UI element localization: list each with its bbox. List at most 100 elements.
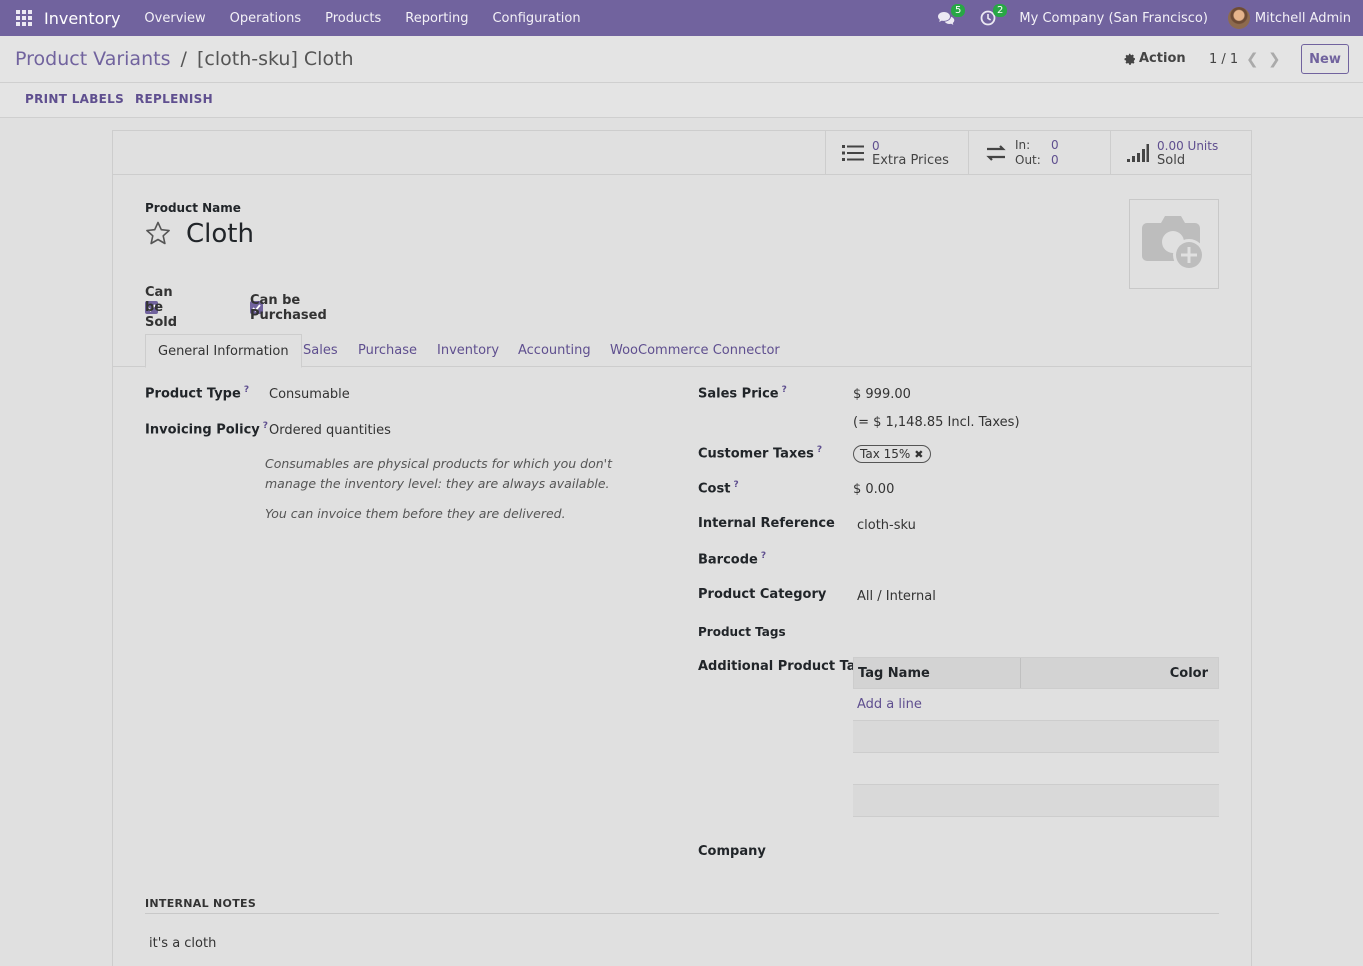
company-label: Company: [698, 844, 766, 859]
product-tags-label: Product Tags: [698, 625, 786, 639]
activity-badge: 2: [993, 4, 1008, 17]
extra-prices-count: 0: [872, 138, 880, 153]
tab-accounting[interactable]: Accounting: [518, 334, 591, 367]
extra-prices-label: Extra Prices: [872, 152, 949, 168]
action-label: Action: [1139, 51, 1186, 66]
pager-value[interactable]: 1 / 1: [1209, 52, 1238, 67]
help-tooltip-icon[interactable]: ?: [782, 385, 787, 395]
form-button-bar: PRINT LABELS REPLENISH: [0, 83, 1363, 118]
additional-product-tag-label: Additional Product Tag: [698, 659, 865, 674]
gear-icon: [1124, 53, 1135, 65]
customer-tax-label: Tax 15%: [860, 447, 911, 461]
discuss-badge: 5: [951, 4, 966, 17]
internal-notes-field[interactable]: it's a cloth: [149, 936, 216, 951]
main-menu: Overview Operations Products Reporting C…: [132, 11, 592, 26]
menu-overview[interactable]: Overview: [132, 11, 217, 26]
invoicing-policy-label: Invoicing Policy?: [145, 421, 268, 438]
product-name-field[interactable]: Cloth: [186, 219, 254, 249]
pager-previous-icon[interactable]: ❮: [1246, 50, 1259, 68]
table-row: [853, 753, 1219, 785]
product-type-note: Consumables are physical products for wh…: [265, 456, 613, 491]
navbar-systray: 5 2 My Company (San Francisco) Mitchell …: [935, 4, 1351, 29]
menu-operations[interactable]: Operations: [218, 11, 313, 26]
breadcrumb-separator: /: [180, 48, 187, 70]
control-panel: Product Variants / [cloth-sku] Cloth Act…: [0, 36, 1363, 83]
tab-inventory[interactable]: Inventory: [437, 334, 499, 367]
table-row: [853, 785, 1219, 817]
user-name: Mitchell Admin: [1254, 10, 1351, 26]
help-tooltip-icon[interactable]: ?: [263, 421, 268, 431]
activity-clock-icon[interactable]: 2: [977, 4, 1008, 28]
invoicing-note: You can invoice them before they are del…: [265, 506, 566, 521]
units-sold-value: 0.00 Units: [1157, 138, 1219, 153]
help-tooltip-icon[interactable]: ?: [761, 551, 766, 561]
additional-tags-table: Tag Name Color Add a line: [853, 657, 1219, 817]
menu-configuration[interactable]: Configuration: [480, 11, 592, 26]
table-row: [853, 721, 1219, 753]
breadcrumb: Product Variants / [cloth-sku] Cloth: [15, 48, 354, 70]
tag-name-column[interactable]: Tag Name: [854, 658, 1021, 688]
internal-reference-field[interactable]: cloth-sku: [857, 518, 916, 533]
discuss-icon[interactable]: 5: [935, 4, 966, 28]
can-be-purchased-label: Can be Purchased: [250, 292, 327, 323]
can-be-purchased-checkbox[interactable]: Can be Purchased: [250, 293, 327, 323]
cost-label: Cost?: [698, 480, 739, 497]
exchange-arrows-icon: [986, 145, 1006, 161]
internal-reference-label: Internal Reference: [698, 516, 835, 531]
product-type-label: Product Type?: [145, 385, 250, 402]
product-name-label: Product Name: [145, 201, 241, 215]
list-icon: [842, 145, 864, 161]
tab-purchase[interactable]: Purchase: [358, 334, 417, 367]
app-title[interactable]: Inventory: [44, 9, 120, 28]
in-label: In:: [1015, 138, 1031, 152]
invoicing-policy-select[interactable]: Ordered quantities: [269, 423, 391, 438]
help-tooltip-icon[interactable]: ?: [244, 385, 249, 395]
notebook-tabs: General Information Sales Purchase Inven…: [113, 334, 1251, 368]
in-count: 0: [1051, 138, 1059, 152]
can-be-sold-checkbox[interactable]: Can be Sold: [145, 285, 177, 330]
user-menu[interactable]: Mitchell Admin: [1227, 7, 1351, 29]
add-a-line-link[interactable]: Add a line: [853, 689, 1219, 721]
breadcrumb-parent[interactable]: Product Variants: [15, 48, 170, 70]
menu-products[interactable]: Products: [313, 11, 393, 26]
help-tooltip-icon[interactable]: ?: [733, 480, 738, 490]
replenish-button[interactable]: REPLENISH: [135, 92, 213, 106]
customer-taxes-label: Customer Taxes?: [698, 445, 823, 462]
signal-bars-icon: [1127, 144, 1149, 162]
remove-tag-icon[interactable]: ✖: [914, 448, 923, 461]
action-menu-button[interactable]: Action: [1124, 51, 1186, 66]
sales-price-label: Sales Price?: [698, 385, 787, 402]
top-navbar: Inventory Overview Operations Products R…: [0, 0, 1363, 36]
product-category-field[interactable]: All / Internal: [857, 589, 936, 604]
apps-menu-icon[interactable]: [16, 10, 32, 26]
units-sold-button[interactable]: 0.00 Units Sold: [1110, 131, 1251, 175]
product-type-select[interactable]: Consumable: [269, 387, 350, 402]
new-button[interactable]: New: [1301, 44, 1349, 74]
in-out-button[interactable]: In: 0 Out: 0: [968, 131, 1110, 175]
can-be-sold-label: Can be Sold: [145, 285, 178, 330]
product-category-label: Product Category: [698, 587, 827, 602]
pager-next-icon[interactable]: ❯: [1268, 50, 1281, 68]
sales-price-field[interactable]: $ 999.00: [853, 387, 911, 402]
internal-notes-heading: INTERNAL NOTES: [145, 897, 1219, 914]
breadcrumb-current: [cloth-sku] Cloth: [196, 48, 354, 70]
smart-button-box: 0 Extra Prices In: 0 Out: 0 0.00 Units Sol…: [113, 131, 1251, 175]
price-incl-taxes: (= $ 1,148.85 Incl. Taxes): [853, 415, 1020, 430]
camera-plus-icon: [1142, 216, 1205, 271]
cost-field[interactable]: $ 0.00: [853, 482, 894, 497]
extra-prices-button[interactable]: 0 Extra Prices: [825, 131, 968, 175]
product-image-upload[interactable]: [1129, 199, 1219, 289]
menu-reporting[interactable]: Reporting: [393, 11, 480, 26]
help-tooltip-icon[interactable]: ?: [817, 445, 822, 455]
favorite-star-icon[interactable]: [145, 221, 171, 250]
tab-woocommerce-connector[interactable]: WooCommerce Connector: [610, 334, 780, 367]
units-sold-label: Sold: [1157, 152, 1186, 168]
out-count: 0: [1051, 153, 1059, 167]
tab-sales[interactable]: Sales: [303, 334, 338, 367]
tab-general-information[interactable]: General Information: [145, 334, 302, 368]
form-sheet: 0 Extra Prices In: 0 Out: 0 0.00 Units Sol…: [112, 130, 1252, 966]
customer-tax-tag[interactable]: Tax 15% ✖: [853, 445, 931, 463]
print-labels-button[interactable]: PRINT LABELS: [25, 92, 124, 106]
color-column[interactable]: Color: [1021, 658, 1218, 688]
company-switcher[interactable]: My Company (San Francisco): [1019, 11, 1207, 26]
